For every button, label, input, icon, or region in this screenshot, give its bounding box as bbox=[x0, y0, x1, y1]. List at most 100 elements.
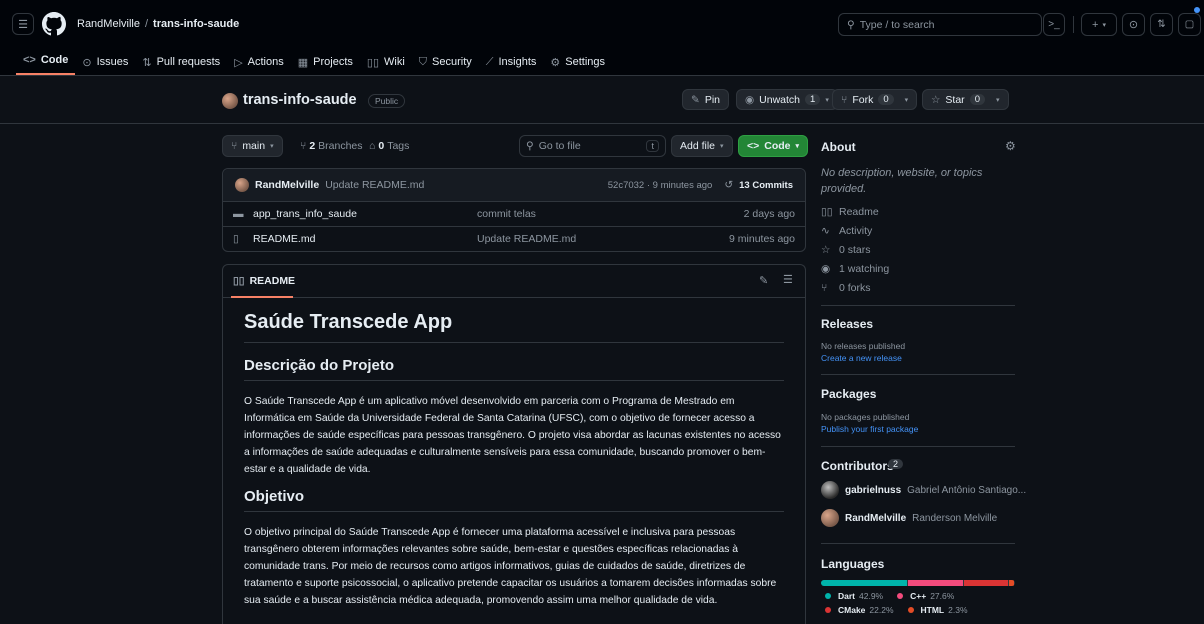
file-commit-message[interactable]: Update README.md bbox=[477, 233, 729, 245]
visibility-badge: Public bbox=[368, 94, 406, 108]
language-item[interactable]: C++ 27.6% bbox=[897, 591, 954, 601]
file-icon: ▯ bbox=[233, 233, 239, 245]
create-release-link[interactable]: Create a new release bbox=[821, 353, 902, 363]
tags-link[interactable]: ⌂ 0 Tags bbox=[369, 140, 409, 152]
packages-heading[interactable]: Packages bbox=[821, 387, 876, 401]
play-icon: ▷ bbox=[234, 56, 243, 69]
commits-count[interactable]: 13 Commits bbox=[739, 180, 793, 191]
watch-count: 1 bbox=[805, 94, 821, 105]
terminal-icon: >_ bbox=[1048, 19, 1060, 30]
branches-link[interactable]: ⑂ 2 Branches bbox=[300, 140, 363, 152]
search-input[interactable]: ⚲ Type / to search bbox=[838, 13, 1042, 36]
tab-wiki[interactable]: ▯▯ Wiki bbox=[360, 51, 412, 73]
tab-issues[interactable]: ⊙ Issues bbox=[75, 51, 135, 73]
search-placeholder: Type / to search bbox=[859, 18, 935, 31]
branches-label: Branches bbox=[318, 140, 363, 152]
language-segment bbox=[821, 580, 907, 586]
command-palette-button[interactable]: >_ bbox=[1043, 13, 1065, 36]
avatar bbox=[821, 481, 839, 499]
contributor-login: RandMelville bbox=[845, 512, 907, 524]
commit-meta[interactable]: 52c7032 · 9 minutes ago bbox=[608, 180, 713, 191]
file-name[interactable]: README.md bbox=[253, 233, 477, 245]
tab-projects[interactable]: ▦ Projects bbox=[291, 51, 360, 73]
pencil-icon[interactable]: ✎ bbox=[759, 274, 768, 287]
go-to-file-input[interactable]: ⚲ Go to file t bbox=[519, 135, 666, 157]
global-header: ☰ RandMelville / trans-info-saude ⚲ Type… bbox=[0, 0, 1204, 49]
breadcrumb-repo[interactable]: trans-info-saude bbox=[153, 18, 239, 30]
eye-icon: ◉ bbox=[745, 93, 755, 106]
table-row[interactable]: ▬ app_trans_info_saude commit telas 2 da… bbox=[223, 201, 805, 226]
book-icon: ▯▯ bbox=[366, 56, 379, 69]
menu-button[interactable]: ☰ bbox=[12, 13, 34, 35]
branch-icon: ⑂ bbox=[300, 140, 307, 152]
pull-requests-shortcut-button[interactable]: ⇅ bbox=[1150, 13, 1173, 36]
tab-actions[interactable]: ▷ Actions bbox=[227, 51, 291, 73]
language-dot-icon bbox=[907, 607, 914, 613]
readme-tab[interactable]: ▯▯ README bbox=[233, 275, 295, 287]
tab-label: Projects bbox=[313, 56, 353, 68]
create-new-button[interactable]: + ▾ bbox=[1081, 13, 1117, 36]
search-icon: ⚲ bbox=[847, 18, 855, 31]
github-logo-icon[interactable] bbox=[42, 12, 66, 36]
about-activity-link[interactable]: ∿ Activity bbox=[821, 225, 872, 237]
search-icon: ⚲ bbox=[526, 140, 534, 152]
language-item[interactable]: CMake 22.2% bbox=[825, 605, 894, 615]
fork-button[interactable]: ⑂ Fork 0 ▾ bbox=[832, 89, 918, 110]
language-percent: 22.2% bbox=[869, 605, 894, 615]
tab-insights[interactable]: ⟋ Insights bbox=[479, 51, 544, 73]
activity-icon: ∿ bbox=[821, 225, 830, 237]
latest-commit-bar: RandMelville Update README.md 52c7032 · … bbox=[223, 169, 805, 201]
gear-icon[interactable]: ⚙ bbox=[1005, 139, 1016, 153]
file-name[interactable]: app_trans_info_saude bbox=[253, 208, 477, 220]
commit-message[interactable]: Update README.md bbox=[325, 179, 424, 191]
sidebar-divider bbox=[821, 543, 1015, 544]
code-label: Code bbox=[764, 140, 791, 152]
readme-header: ▯▯ README ✎ ☰ bbox=[223, 265, 805, 298]
add-file-button[interactable]: Add file ▾ bbox=[671, 135, 733, 157]
releases-empty: No releases published bbox=[821, 341, 906, 351]
tab-label: Wiki bbox=[384, 56, 405, 68]
tab-security[interactable]: ⛉ Security bbox=[412, 51, 479, 73]
releases-heading[interactable]: Releases bbox=[821, 317, 873, 331]
tab-code[interactable]: <> Code bbox=[16, 49, 76, 75]
language-item[interactable]: HTML 2.3% bbox=[907, 605, 968, 615]
about-watching-link[interactable]: ◉ 1 watching bbox=[821, 263, 889, 275]
tab-settings[interactable]: ⚙ Settings bbox=[543, 51, 612, 73]
unwatch-button[interactable]: ◉ Unwatch 1 ▾ bbox=[736, 89, 838, 110]
repo-name[interactable]: trans-info-saude bbox=[243, 92, 357, 108]
language-percent: 27.6% bbox=[930, 591, 955, 601]
fork-count: 0 bbox=[878, 94, 894, 105]
pin-button[interactable]: ✎ Pin bbox=[682, 89, 729, 110]
file-commit-message[interactable]: commit telas bbox=[477, 208, 744, 220]
languages-heading: Languages bbox=[821, 557, 885, 571]
about-readme-link[interactable]: ▯▯ Readme bbox=[821, 206, 879, 218]
breadcrumb: RandMelville / trans-info-saude bbox=[77, 18, 239, 30]
contributor-item[interactable]: RandMelville Randerson Melville bbox=[821, 509, 997, 527]
commit-author[interactable]: RandMelville bbox=[255, 179, 319, 191]
chevron-down-icon: ▾ bbox=[720, 143, 724, 150]
shortcut-key: t bbox=[646, 140, 659, 152]
pin-icon: ✎ bbox=[691, 93, 700, 106]
folder-icon: ▬ bbox=[233, 208, 244, 220]
contributor-item[interactable]: gabrielnuss Gabriel Antônio Santiago... bbox=[821, 481, 1026, 499]
language-percent: 2.3% bbox=[948, 605, 968, 615]
sidebar-divider bbox=[821, 446, 1015, 447]
star-button[interactable]: ☆ Star 0 ▾ bbox=[922, 89, 1009, 110]
table-row[interactable]: ▯ README.md Update README.md 9 minutes a… bbox=[223, 226, 805, 251]
sidebar-divider bbox=[821, 374, 1015, 375]
language-dot-icon bbox=[825, 593, 831, 599]
contributors-heading[interactable]: Contributors bbox=[821, 459, 894, 473]
outline-icon[interactable]: ☰ bbox=[783, 273, 793, 286]
publish-package-link[interactable]: Publish your first package bbox=[821, 424, 918, 434]
tab-pull-requests[interactable]: ⇅ Pull requests bbox=[135, 51, 227, 73]
readme-h2-description: Descrição do Projeto bbox=[244, 357, 784, 381]
inbox-button[interactable]: ▢ bbox=[1178, 13, 1201, 36]
chevron-down-icon: ▾ bbox=[825, 96, 829, 104]
issues-shortcut-button[interactable]: ⊙ bbox=[1122, 13, 1145, 36]
about-stars-link[interactable]: ☆ 0 stars bbox=[821, 244, 871, 256]
code-button[interactable]: <> Code ▾ bbox=[738, 135, 809, 157]
language-item[interactable]: Dart 42.9% bbox=[825, 591, 883, 601]
breadcrumb-owner[interactable]: RandMelville bbox=[77, 18, 140, 30]
branch-selector[interactable]: ⑂ main ▾ bbox=[222, 135, 283, 157]
about-forks-link[interactable]: ⑂ 0 forks bbox=[821, 282, 871, 294]
